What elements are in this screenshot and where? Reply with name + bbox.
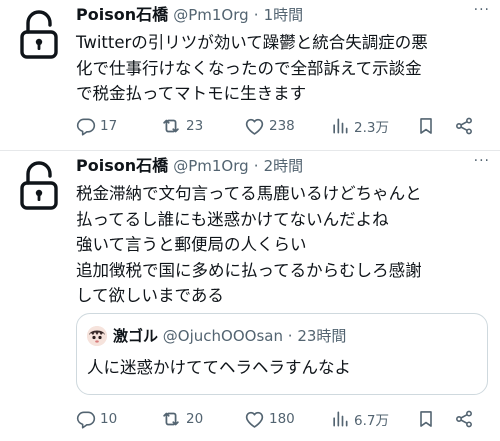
like-count: 180 <box>269 411 295 427</box>
quoted-tweet-header: 激ゴル @OjuchOOOsan · 23時間 <box>87 326 346 346</box>
share-button[interactable] <box>454 407 474 431</box>
reply-icon <box>76 409 96 429</box>
timestamp[interactable]: 1時間 <box>264 6 304 24</box>
tweet-text-line: 強いて言うと郵便局の人くらい <box>76 235 307 254</box>
views-count: 2.3万 <box>354 120 389 136</box>
retweet-count: 23 <box>186 118 204 134</box>
bookmark-icon <box>416 116 436 136</box>
more-icon[interactable]: ··· <box>474 153 490 169</box>
views-button[interactable]: 2.3万 <box>330 114 389 138</box>
separator-dot: · <box>253 157 259 175</box>
author-name[interactable]: Poison石橋 <box>76 156 168 175</box>
tweet-text-line: Twitterの引リツが効いて躁鬱と統合失調症の悪 <box>76 33 428 52</box>
tweet-text: Twitterの引リツが効いて躁鬱と統合失調症の悪 化で仕事行けなくなったので全… <box>76 30 488 107</box>
bookmark-button[interactable] <box>416 407 436 431</box>
tweet-text-line: で税金払ってマトモに生きます <box>76 84 307 103</box>
action-bar: 17 23 238 2.3万 <box>76 114 492 138</box>
bookmark-icon <box>416 409 436 429</box>
views-icon <box>330 409 350 429</box>
author-handle[interactable]: @Pm1Org <box>173 6 248 24</box>
retweet-button[interactable]: 23 <box>160 114 203 138</box>
reply-button[interactable]: 17 <box>76 114 117 138</box>
reply-button[interactable]: 10 <box>76 407 117 431</box>
quoted-tweet-text: 人に迷惑かけててヘラヘラすんなよ <box>87 358 351 377</box>
lock-icon[interactable] <box>14 159 66 211</box>
share-icon <box>454 409 474 429</box>
tweet-text-line: 払ってるし誰にも迷惑かけてないんだよね <box>76 209 389 229</box>
share-icon <box>454 116 474 136</box>
like-button[interactable]: 238 <box>244 114 295 138</box>
like-count: 238 <box>269 118 295 134</box>
tweet-text: 税金滞納で文句言ってる馬鹿いるけどちゃんと 払ってるし誰にも迷惑かけてないんだよ… <box>76 181 488 309</box>
tweet-text-line: 税金滞納で文句言ってる馬鹿いるけどちゃんと <box>76 184 422 203</box>
tweet-header: Poison石橋 @Pm1Org · 1時間 <box>76 4 303 26</box>
like-icon <box>244 409 265 430</box>
tweet[interactable]: Poison石橋 @Pm1Org · 1時間 ··· Twitterの引リツが効… <box>0 0 500 150</box>
share-button[interactable] <box>454 114 474 138</box>
tweet-header: Poison石橋 @Pm1Org · 2時間 <box>76 155 303 177</box>
author-name[interactable]: Poison石橋 <box>76 5 168 24</box>
quoted-author-handle[interactable]: @OjuchOOOsan <box>163 327 283 345</box>
views-count: 6.7万 <box>354 413 389 429</box>
more-icon[interactable]: ··· <box>474 2 490 18</box>
bookmark-button[interactable] <box>416 114 436 138</box>
quoted-tweet[interactable]: 激ゴル @OjuchOOOsan · 23時間 人に迷惑かけててヘラヘラすんなよ <box>76 313 488 395</box>
quoted-timestamp[interactable]: 23時間 <box>297 327 346 345</box>
retweet-icon <box>160 115 182 137</box>
tweet-text-line: 追加徴税で国に多めに払ってるからむしろ感謝 <box>76 260 422 280</box>
retweet-count: 20 <box>186 411 204 427</box>
reply-count: 10 <box>100 411 118 427</box>
views-icon <box>330 116 350 136</box>
like-icon <box>244 116 265 137</box>
reply-icon <box>76 116 96 136</box>
lock-icon[interactable] <box>14 8 66 60</box>
quoted-author-name[interactable]: 激ゴル <box>113 327 158 345</box>
reply-count: 17 <box>100 118 118 134</box>
avatar[interactable] <box>87 326 107 346</box>
like-button[interactable]: 180 <box>244 407 295 431</box>
separator-dot: · <box>253 6 259 24</box>
tweet[interactable]: Poison石橋 @Pm1Org · 2時間 ··· 税金滞納で文句言ってる馬鹿… <box>0 151 500 441</box>
separator-dot: · <box>287 327 293 345</box>
views-button[interactable]: 6.7万 <box>330 407 389 431</box>
timestamp[interactable]: 2時間 <box>264 157 304 175</box>
retweet-icon <box>160 408 182 430</box>
tweet-text-line: 化で仕事行けなくなったので全部訴えて示談金 <box>76 58 422 78</box>
tweet-text-line: して欲しいまである <box>76 286 224 305</box>
author-handle[interactable]: @Pm1Org <box>173 157 248 175</box>
action-bar: 10 20 180 6.7万 <box>76 407 492 431</box>
retweet-button[interactable]: 20 <box>160 407 203 431</box>
